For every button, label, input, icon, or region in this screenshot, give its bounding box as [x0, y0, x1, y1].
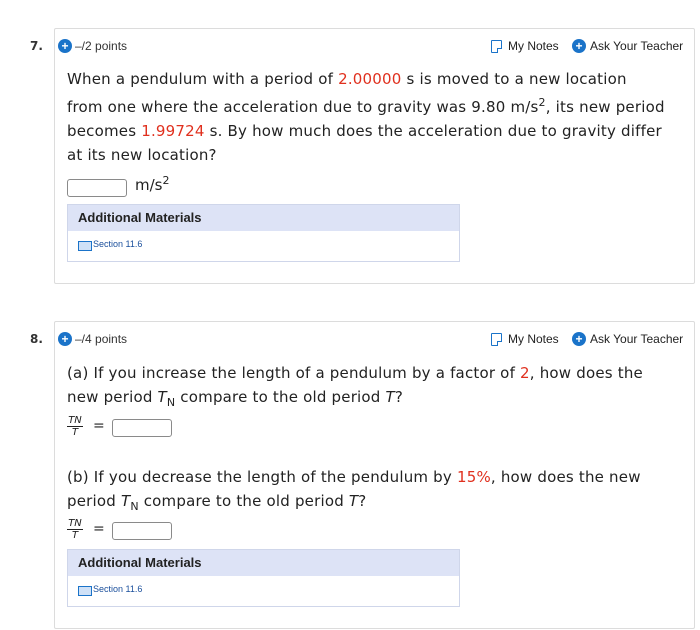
equals-sign: =	[93, 418, 105, 434]
book-icon	[78, 586, 92, 596]
additional-materials-panel: Additional Materials Section 11.6	[67, 204, 460, 262]
question-part-b: (b) If you decrease the length of the pe…	[55, 465, 694, 519]
equals-sign: =	[93, 521, 105, 537]
ask-teacher-icon: +	[572, 39, 586, 53]
fraction-denominator: T	[71, 530, 79, 541]
text-segment: compare to the old period	[138, 492, 349, 510]
question-text: When a pendulum with a period of 2.00000…	[55, 67, 694, 167]
highlighted-value: 2.00000	[338, 70, 402, 88]
book-icon	[78, 241, 92, 251]
fraction: TN T	[67, 518, 83, 541]
note-icon	[491, 40, 502, 53]
points-label: –/2 points	[75, 39, 128, 53]
text-segment: ?	[358, 492, 367, 510]
section-link[interactable]: Section 11.6	[93, 239, 142, 249]
plus-icon[interactable]: +	[58, 332, 72, 346]
text-segment: (b) If you decrease the length of the pe…	[67, 468, 457, 486]
ask-teacher-icon: +	[572, 332, 586, 346]
superscript: 2	[538, 96, 546, 109]
fraction: TN T	[67, 415, 83, 438]
unit-text: m/s	[135, 176, 163, 194]
question-card: + –/2 points My Notes + Ask Your Teacher…	[54, 28, 695, 284]
answer-input[interactable]	[67, 179, 127, 197]
question-number: 7.	[30, 39, 43, 53]
text-segment: ?	[394, 388, 404, 406]
answer-input[interactable]	[112, 419, 172, 437]
section-link[interactable]: Section 11.6	[93, 584, 142, 594]
question-part-a: (a) If you increase the length of a pend…	[55, 361, 694, 415]
answer-input[interactable]	[112, 522, 172, 540]
variable: T	[385, 388, 395, 406]
variable: T	[157, 388, 167, 406]
fraction-denominator: T	[71, 427, 79, 438]
additional-materials-panel: Additional Materials Section 11.6	[67, 549, 460, 607]
ask-teacher-button[interactable]: Ask Your Teacher	[590, 39, 683, 53]
question-number: 8.	[30, 332, 43, 346]
ask-teacher-button[interactable]: Ask Your Teacher	[590, 332, 683, 346]
plus-icon[interactable]: +	[58, 39, 72, 53]
my-notes-button[interactable]: My Notes	[508, 39, 559, 53]
highlighted-value: 15%	[456, 468, 491, 486]
points-label: –/4 points	[75, 332, 128, 346]
subscript: N	[130, 500, 139, 513]
question-header: + –/4 points My Notes + Ask Your Teacher	[55, 322, 694, 354]
fraction-numerator: TN	[67, 415, 83, 427]
note-icon	[491, 333, 502, 346]
additional-materials-header: Additional Materials	[68, 205, 459, 231]
highlighted-value: 1.99724	[141, 122, 205, 140]
unit-superscript: 2	[162, 174, 170, 187]
text-segment: (a) If you increase the length of a pend…	[67, 364, 521, 382]
unit-label: m/s2	[135, 174, 169, 194]
question-card: + –/4 points My Notes + Ask Your Teacher…	[54, 321, 695, 629]
additional-materials-header: Additional Materials	[68, 550, 459, 576]
variable: T	[348, 492, 359, 510]
highlighted-value: 2	[520, 364, 530, 382]
variable: T	[120, 492, 131, 510]
fraction-numerator: TN	[67, 518, 83, 530]
my-notes-button[interactable]: My Notes	[508, 332, 559, 346]
text-segment: When a pendulum with a period of	[67, 70, 339, 88]
text-segment: compare to the old period	[175, 388, 386, 406]
question-header: + –/2 points My Notes + Ask Your Teacher	[55, 29, 694, 61]
